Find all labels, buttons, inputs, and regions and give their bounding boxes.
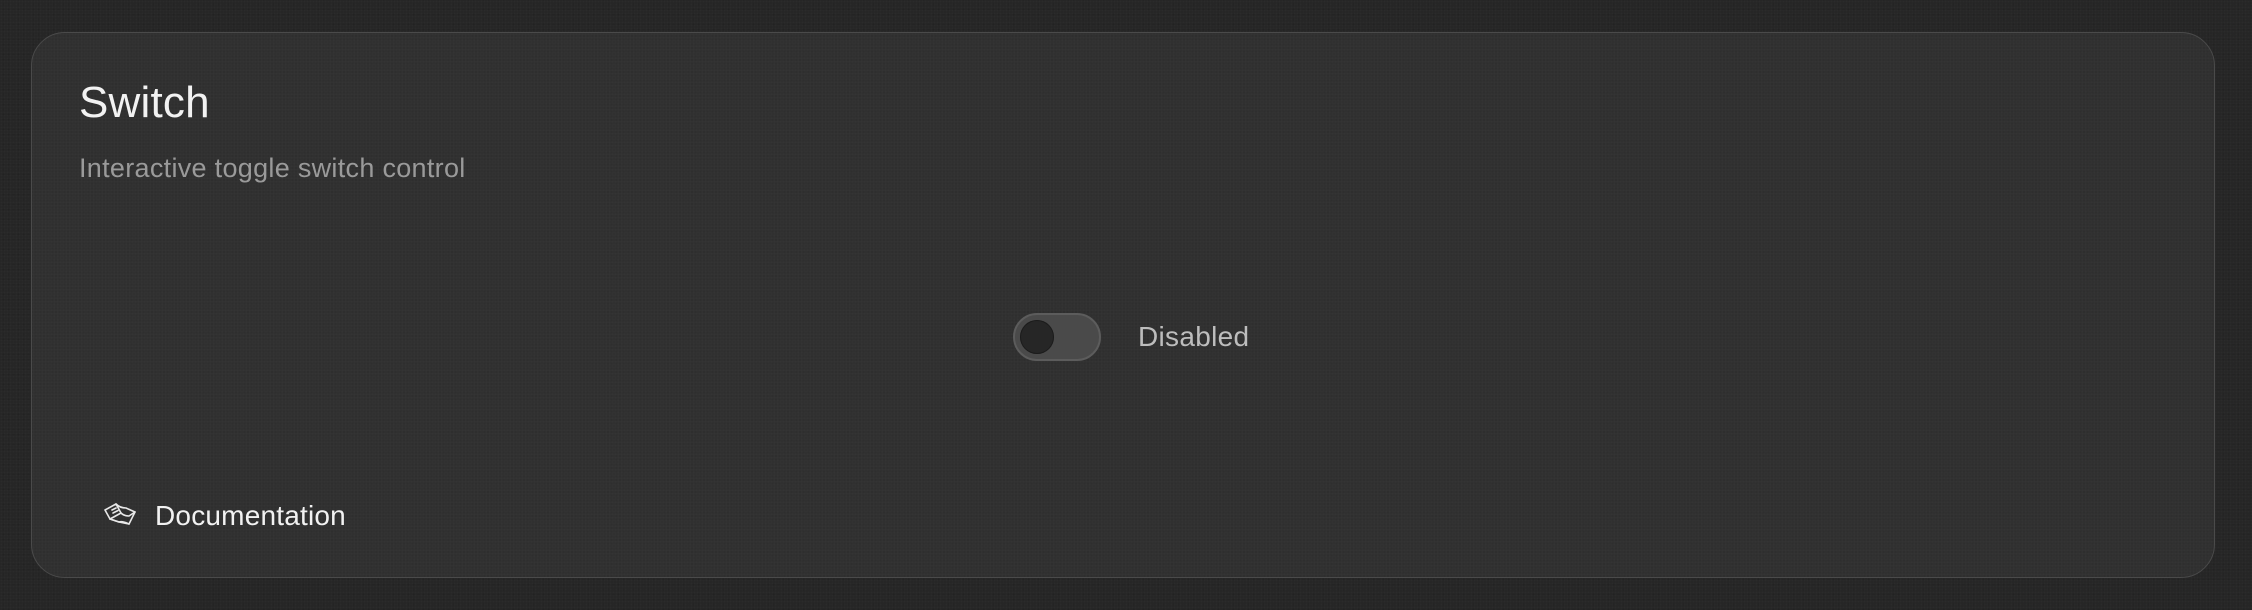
toggle-switch[interactable] bbox=[1013, 313, 1101, 361]
card-title: Switch bbox=[79, 78, 210, 127]
documentation-link[interactable]: Documentation bbox=[102, 501, 346, 531]
toggle-switch-thumb bbox=[1020, 320, 1054, 354]
switch-demo-card: Switch Interactive toggle switch control… bbox=[31, 32, 2215, 578]
documentation-link-label: Documentation bbox=[155, 500, 346, 531]
switch-label: Disabled bbox=[1138, 321, 1250, 352]
switch-control: Disabled bbox=[1013, 313, 1249, 361]
book-icon bbox=[102, 501, 138, 531]
card-subtitle: Interactive toggle switch control bbox=[79, 153, 466, 183]
